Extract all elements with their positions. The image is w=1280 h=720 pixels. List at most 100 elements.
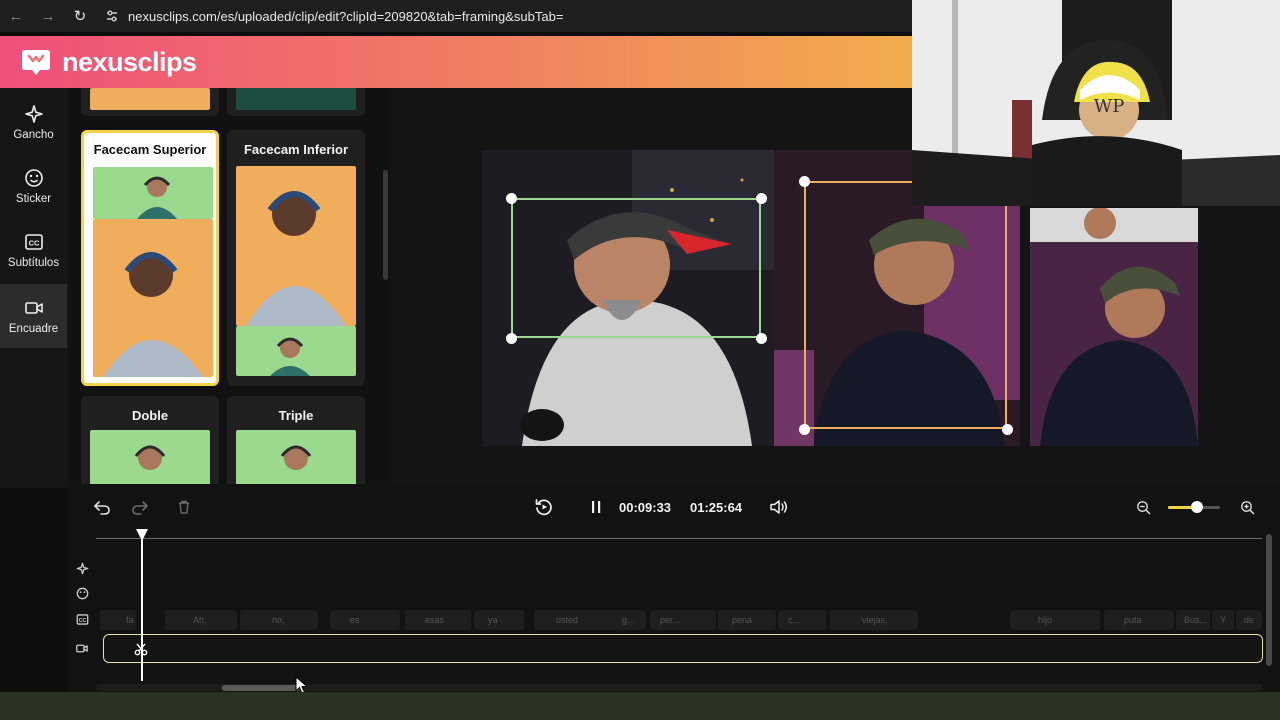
svg-text:CC: CC (78, 617, 86, 623)
svg-text:CC: CC (28, 238, 39, 247)
sidebar: Gancho Sticker CC Subtítulos Encuadre (0, 88, 68, 488)
undo-icon (94, 501, 110, 515)
subtitle-chip[interactable]: Ah, (165, 610, 237, 630)
subtitle-chip[interactable]: puta (1104, 610, 1174, 630)
template-card-hidden-2[interactable] (227, 88, 365, 116)
arrow-left-icon: ← (8, 7, 24, 25)
subtitle-word: c... (788, 615, 801, 625)
timeline-scroll-thumb[interactable] (222, 685, 302, 691)
crop-handle-top-left[interactable] (799, 176, 810, 187)
subtitle-word: es (350, 615, 360, 625)
template-thumbnail (90, 88, 210, 110)
sidebar-item-sticker[interactable]: Sticker (0, 154, 67, 218)
facecam-crop-box[interactable] (511, 198, 761, 338)
hook-track-icon (74, 560, 90, 576)
zoom-out-icon (1136, 500, 1150, 514)
background-strip (0, 692, 1280, 720)
back-button[interactable]: ← (0, 0, 32, 32)
sidebar-item-gancho[interactable]: Gancho (0, 90, 67, 154)
subtitle-chip[interactable]: no, (240, 610, 318, 630)
reload-button[interactable]: ↻ (64, 0, 96, 32)
replay-button[interactable] (533, 496, 555, 518)
redo-button[interactable] (130, 497, 150, 517)
template-title: Facecam Inferior (243, 142, 349, 157)
nexusclips-logo-icon[interactable] (20, 47, 52, 77)
sidebar-item-label: Gancho (13, 128, 54, 141)
timeline-ruler[interactable] (96, 538, 1262, 539)
site-settings-icon[interactable] (102, 6, 122, 26)
video-frame-secondary (1030, 208, 1198, 446)
subtitle-chip[interactable]: hijo (1010, 610, 1100, 630)
zoom-out-button[interactable] (1135, 499, 1151, 515)
subtitle-chip[interactable]: esas (405, 610, 471, 630)
templates-scrollbar[interactable] (383, 170, 388, 280)
sidebar-item-label: Subtítulos (7, 256, 60, 269)
crop-handle-bottom-right[interactable] (756, 333, 767, 344)
app-root: ← → ↻ nexusclips.com/es/uploaded/clip/ed… (0, 0, 1280, 720)
subtitle-chip[interactable]: viejas, (830, 610, 918, 630)
pause-button[interactable] (587, 497, 605, 517)
playhead-handle[interactable] (136, 529, 148, 541)
subtitle-word: hijo (1038, 615, 1053, 625)
template-card-doble[interactable]: Doble (81, 396, 219, 484)
subtitle-word: de (1244, 615, 1255, 625)
brand-name[interactable]: nexusclips (62, 47, 197, 78)
url-text[interactable]: nexusclips.com/es/uploaded/clip/edit?cli… (128, 9, 563, 24)
sidebar-item-encuadre[interactable]: Encuadre (0, 284, 67, 348)
subtitle-word: esas (425, 615, 445, 625)
replay-icon (535, 499, 552, 516)
template-card-facecam-inferior[interactable]: Facecam Inferior (227, 130, 365, 386)
template-title: Facecam Superior (93, 142, 207, 157)
sidebar-item-subtitulos[interactable]: CC Subtítulos (0, 218, 67, 282)
template-title: Doble (131, 408, 169, 423)
subtitle-track-icon: CC (74, 611, 90, 627)
crop-handle-bottom-left[interactable] (506, 333, 517, 344)
subtitle-chip[interactable]: g... (610, 610, 646, 630)
subtitle-chip[interactable]: c... (778, 610, 826, 630)
reload-icon: ↻ (73, 8, 87, 25)
crop-handle-top-left[interactable] (506, 193, 517, 204)
subtitle-chip[interactable]: fa (100, 610, 136, 630)
subtitle-chip[interactable]: ya (474, 610, 524, 630)
video-clip-track[interactable] (103, 634, 1263, 663)
zoom-in-button[interactable] (1239, 499, 1255, 515)
crop-handle-bottom-right[interactable] (1002, 424, 1013, 435)
template-thumbnail-bottom (236, 326, 356, 376)
subtitle-chip[interactable]: Y (1212, 610, 1234, 630)
template-card-facecam-superior[interactable]: Facecam Superior (81, 130, 219, 386)
delete-button[interactable] (174, 497, 194, 517)
subtitle-word: fa (126, 615, 134, 625)
subtitle-chip[interactable]: es (330, 610, 400, 630)
subtitle-word: usted (556, 615, 579, 625)
timeline-vertical-scrollbar[interactable] (1266, 534, 1272, 666)
trash-icon (179, 500, 189, 514)
sticker-icon (24, 168, 43, 187)
content-crop-box[interactable] (804, 181, 1007, 429)
scissors-icon[interactable] (133, 641, 149, 657)
subtitle-chip[interactable]: de (1236, 610, 1262, 630)
address-bar[interactable]: nexusclips.com/es/uploaded/clip/edit?cli… (102, 4, 563, 28)
subtitle-chip[interactable]: Bus... (1176, 610, 1210, 630)
subtitle-word: Y (1220, 615, 1227, 625)
volume-icon (770, 500, 787, 514)
crop-handle-bottom-left[interactable] (799, 424, 810, 435)
volume-button[interactable] (769, 497, 789, 517)
template-card-triple[interactable]: Triple (227, 396, 365, 484)
undo-button[interactable] (92, 497, 112, 517)
template-thumbnail (236, 88, 356, 110)
template-card-hidden-1[interactable] (81, 88, 219, 116)
forward-button[interactable]: → (32, 0, 64, 32)
subtitle-word: no, (272, 615, 285, 625)
sticker-track-icon (74, 585, 90, 601)
template-thumbnail (90, 430, 210, 484)
playhead-line[interactable] (141, 531, 143, 681)
subtitle-chip[interactable]: per... (650, 610, 716, 630)
svg-text:WP: WP (1094, 96, 1125, 117)
subtitle-word: viejas, (862, 615, 888, 625)
subtitle-word: per... (660, 615, 681, 625)
framing-templates-panel: Facecam Superior Facecam Inferior Doble (68, 88, 390, 484)
zoom-slider-handle[interactable] (1191, 501, 1203, 513)
crop-handle-top-right[interactable] (756, 193, 767, 204)
subtitle-chip[interactable]: usted (534, 610, 620, 630)
subtitle-chip[interactable]: pena (718, 610, 776, 630)
